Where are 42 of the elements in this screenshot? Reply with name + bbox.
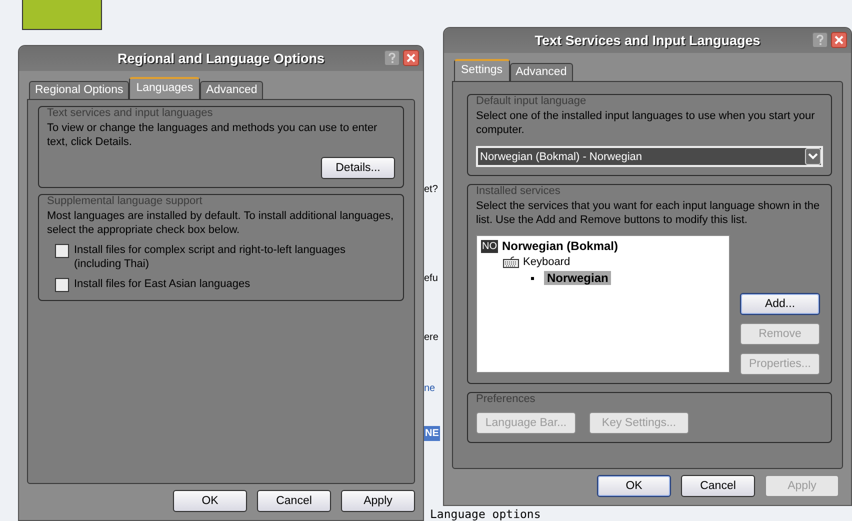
description-text: Most languages are installed by default. To install additional languages, select the appropriate check box below. [47,208,395,237]
help-icon[interactable] [384,50,400,66]
service-button[interactable]: Add... [740,293,820,315]
tree-item[interactable]: Norwegian (Bokmal) [502,239,618,253]
help-icon[interactable] [812,32,828,48]
group-title: Default input language [476,95,588,108]
dialog-button[interactable]: Cancel [257,490,331,512]
description-text: Select one of the installed input languages to use when you start your computer. [476,109,816,137]
language-badge: NO [481,240,498,252]
dialog-button[interactable]: OK [597,475,671,497]
tab[interactable]: Regional Options [29,80,130,99]
checkbox-label: Install files for complex script and right-to-left languages (including Thai) [74,242,346,271]
page-text: Language options [430,507,542,521]
tree-item[interactable]: Norwegian [544,271,612,285]
window-title: Text Services and Input Languages [534,33,760,48]
page-text-fragment: NE [424,426,440,441]
dialog-button[interactable]: Cancel [681,475,755,497]
group-title: Supplemental language support [47,194,204,208]
checkbox[interactable] [55,244,69,258]
checkbox-label: Install files for East Asian languages [74,276,250,292]
description-text: To view or change the languages and methods you can use to enter text, click Details. [47,120,378,149]
tab[interactable]: Advanced [510,63,573,81]
bullet-icon [531,276,534,280]
page-text-fragment: ere [424,332,438,343]
dialog-button[interactable]: OK [173,490,247,512]
page-text-fragment: ne [424,383,436,394]
tab[interactable]: Advanced [200,80,264,99]
keyboard-icon [503,256,519,268]
checkbox[interactable] [55,278,69,292]
close-icon[interactable] [831,32,847,48]
window-title: Regional and Language Options [117,50,324,66]
group-title: Text services and input languages [47,106,214,120]
group-title: Installed services [476,185,562,198]
page-text-fragment: efu [424,273,438,284]
dialog-button[interactable]: Apply [341,490,415,512]
page-text-fragment: et? [424,184,438,195]
group-title: Preferences [476,393,536,406]
details-button[interactable]: Details... [321,156,395,179]
close-icon[interactable] [403,50,419,66]
tree-item[interactable]: Keyboard [523,256,570,268]
description-text: Select the services that you want for each input language shown in the list. Use the Add and Remove buttons to modify this list. [476,199,821,227]
language-dropdown[interactable]: Norwegian (Bokmal) - Norwegian [476,146,823,167]
